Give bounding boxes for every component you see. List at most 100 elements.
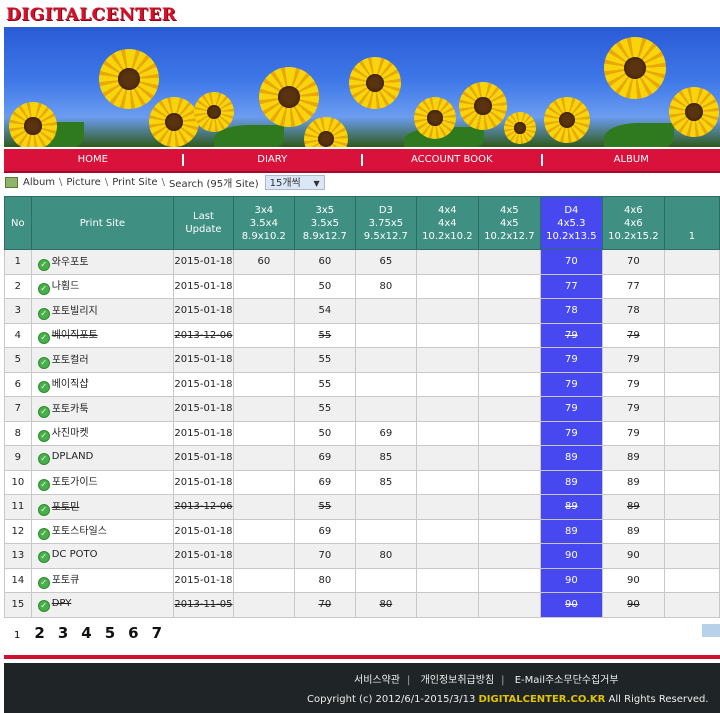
nav-diary[interactable]: DIARY [184,154,363,166]
footer-link-email-policy[interactable]: E-Mail주소무단수집거부 [515,675,619,686]
price-cell [232,396,295,422]
col-size[interactable]: 3x4 3.5x4 8.9x10.2 [232,196,295,250]
price-cell [477,592,541,618]
site-logo[interactable]: DIGITALCENTER [6,5,176,25]
site-name[interactable]: 포토민 [52,502,80,513]
site-cell[interactable]: ✓ 포토컬러 [30,347,175,373]
price-cell: 55 [293,396,356,422]
site-name[interactable]: 베이직샵 [52,379,89,390]
check-circle-icon: ✓ [37,381,50,394]
site-cell[interactable]: ✓ DC POTO [30,543,175,569]
site-name[interactable]: 포토컬러 [52,355,89,366]
site-cell[interactable]: ✓ 포토빌리지 [30,298,175,324]
site-cell[interactable]: ✓ DPY [30,592,175,618]
col-size[interactable]: 3x5 3.5x5 8.9x12.7 [293,196,356,250]
price-cell: 60 [232,249,295,275]
nav-account-book[interactable]: ACCOUNT BOOK [363,154,543,166]
site-name[interactable]: 포토큐 [52,575,80,586]
site-cell[interactable]: ✓ 포토스타일스 [30,518,175,544]
site-name[interactable]: 포토빌리지 [52,306,98,317]
check-circle-icon: ✓ [37,332,50,345]
site-name[interactable]: 포토가이드 [52,477,98,488]
site-cell[interactable]: ✓ 와우포토 [30,249,175,275]
breadcrumb-album[interactable]: Album [23,177,55,188]
page-link[interactable]: 6 [128,624,138,642]
site-name[interactable]: 나횜드 [52,281,80,292]
col-size[interactable]: D3 3.75x5 9.5x12.7 [354,196,417,250]
nav-home[interactable]: HOME [4,154,184,166]
col-size[interactable]: 4x6 4x6 10.2x15.2 [601,196,665,250]
check-circle-icon: ✓ [37,356,50,369]
site-cell[interactable]: ✓ 베이직포토 [30,322,175,348]
site-name[interactable]: DPY [52,598,72,609]
site-cell[interactable]: ✓ 나횜드 [30,273,175,299]
footer-brand[interactable]: DIGITALCENTER.CO.KR [479,694,606,705]
site-name[interactable]: 베이직포토 [52,330,98,341]
col-no[interactable]: No [4,196,32,250]
site-name[interactable]: 사진마켓 [52,428,89,439]
price-cell [477,322,541,348]
footer-link-privacy[interactable]: 개인정보취급방침 [421,675,495,686]
price-cell: 55 [293,322,356,348]
page-link[interactable]: 7 [152,624,162,642]
footer-divider [4,655,720,659]
check-circle-icon: ✓ [37,430,50,443]
col-size[interactable]: 4x5 4x5 10.2x12.7 [477,196,541,250]
page-link[interactable]: 2 [34,624,44,642]
breadcrumb: Album \ Picture \ Print Site \ Search (9… [5,174,325,190]
site-cell[interactable]: ✓ 포토민 [30,494,175,520]
site-cell[interactable]: ✓ DPLAND [30,445,175,471]
price-cell [415,298,479,324]
row-number: 9 [4,445,32,471]
table-header: No Print Site Last Update 3x4 3.5x4 8.9x10… [4,196,720,250]
last-update: 2015-01-18 [173,420,234,446]
price-cell: 70 [601,249,665,275]
price-cell [232,469,295,495]
site-cell[interactable]: ✓ 사진마켓 [30,420,175,446]
price-cell [232,347,295,373]
site-cell[interactable]: ✓ 포토카툭 [30,396,175,422]
last-update: 2015-01-18 [173,347,234,373]
site-name[interactable]: 포토스타일스 [52,526,107,537]
site-name[interactable]: DC POTO [52,549,98,560]
main-nav: HOME DIARY ACCOUNT BOOK ALBUM [4,149,720,173]
page-link[interactable]: 5 [105,624,115,642]
last-update: 2015-01-18 [173,371,234,397]
col-print-site[interactable]: Print Site [30,196,175,250]
col-last-update[interactable]: Last Update [173,196,234,250]
horizontal-scrollbar[interactable] [702,624,720,637]
price-cell [663,371,720,397]
site-cell[interactable]: ✓ 포토큐 [30,567,175,593]
footer-link-terms[interactable]: 서비스약관 [354,675,400,686]
col-size-selected[interactable]: D4 4x5.3 10.2x13.5 [539,196,603,250]
page-link[interactable]: 4 [81,624,91,642]
price-cell [663,592,720,618]
col-size[interactable]: 4x4 4x4 10.2x10.2 [415,196,479,250]
price-cell [415,494,479,520]
price-cell: 90 [539,567,603,593]
price-cell: 50 [293,420,356,446]
price-cell [477,543,541,569]
row-number: 2 [4,273,32,299]
site-cell[interactable]: ✓ 포토가이드 [30,469,175,495]
last-update: 2013-11-05 [173,592,234,618]
page-link[interactable]: 3 [58,624,68,642]
site-name[interactable]: 포토카툭 [52,404,89,415]
price-cell: 55 [293,494,356,520]
per-page-select[interactable]: 15개씩 ▼ [264,174,325,190]
breadcrumb-print-site[interactable]: Print Site [112,177,157,188]
price-cell: 89 [539,518,603,544]
check-circle-icon: ✓ [37,599,50,612]
price-cell: 79 [539,420,603,446]
nav-album[interactable]: ALBUM [543,154,720,166]
site-name[interactable]: 와우포토 [52,257,89,268]
price-cell [663,543,720,569]
row-number: 4 [4,322,32,348]
breadcrumb-picture[interactable]: Picture [66,177,100,188]
col-size[interactable]: 1 [663,196,720,250]
row-number: 3 [4,298,32,324]
check-circle-icon: ✓ [37,528,50,541]
site-cell[interactable]: ✓ 베이직샵 [30,371,175,397]
site-name[interactable]: DPLAND [52,451,94,462]
price-cell [663,469,720,495]
